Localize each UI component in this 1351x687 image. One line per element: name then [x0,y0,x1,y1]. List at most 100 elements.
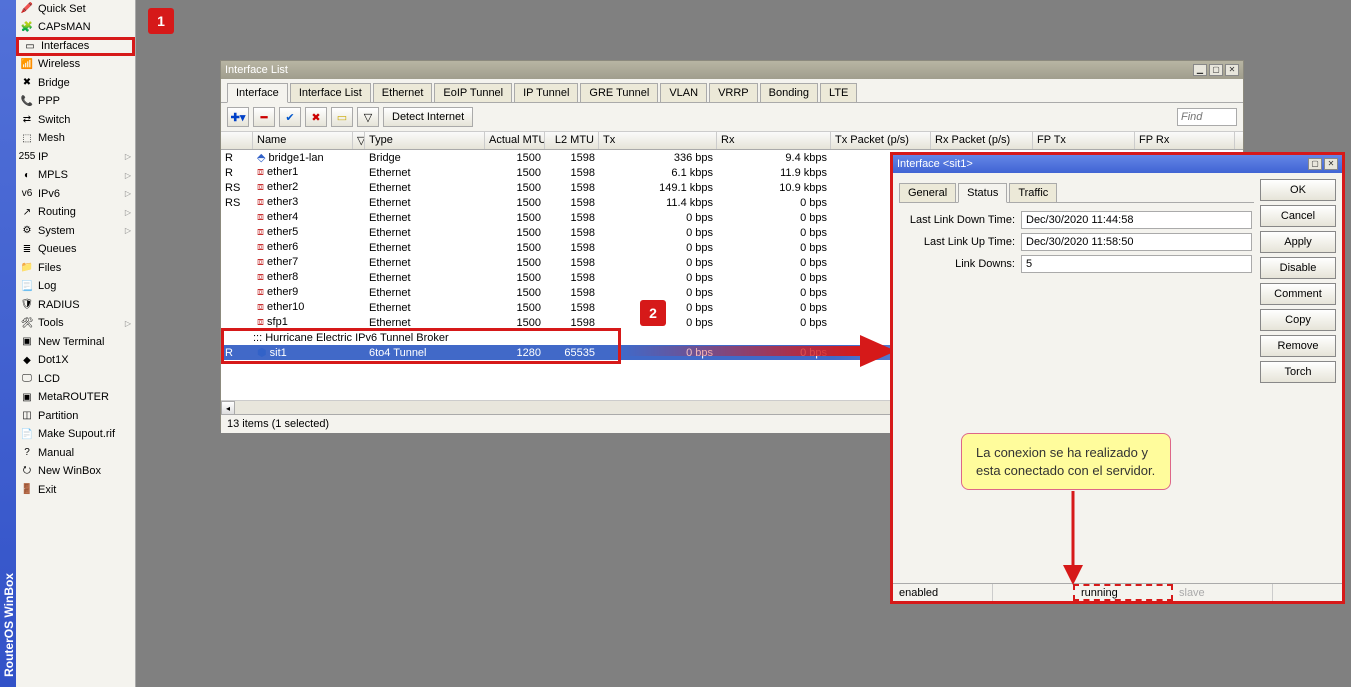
sidebar-label: Exit [38,484,131,496]
ok-button[interactable]: OK [1260,179,1336,201]
status-enabled: enabled [893,584,993,601]
sidebar-icon: 255 [20,150,34,164]
detail-status-bar: enabled running slave [893,583,1342,601]
remove-button[interactable]: Remove [1260,335,1336,357]
remove-button[interactable]: ━ [253,107,275,127]
sidebar-icon: ? [20,446,34,460]
tab-vlan[interactable]: VLAN [660,83,707,102]
col-tx[interactable]: Tx [599,132,717,149]
detail-close-button[interactable]: ✕ [1324,158,1338,170]
sidebar-item-files[interactable]: 📁Files [16,259,135,278]
sidebar-item-wireless[interactable]: 📶Wireless [16,56,135,75]
detail-maximize-button[interactable]: ▢ [1308,158,1322,170]
col-name[interactable]: Name [253,132,353,149]
callout-2: 2 [640,300,666,326]
copy-button[interactable]: Copy [1260,309,1336,331]
sidebar-item-new-terminal[interactable]: ▣New Terminal [16,333,135,352]
col-flags[interactable] [221,132,253,149]
callout-1: 1 [148,8,174,34]
close-button[interactable]: ✕ [1225,64,1239,76]
find-box [1177,108,1237,126]
field-value[interactable]: 5 [1021,255,1252,273]
col-rxpacket[interactable]: Rx Packet (p/s) [931,132,1033,149]
sidebar-item-switch[interactable]: ⇄Switch [16,111,135,130]
sidebar-item-capsman[interactable]: 🧩CAPsMAN [16,19,135,38]
sidebar-item-lcd[interactable]: 🖵LCD [16,370,135,389]
annotation-note: La conexion se ha realizado y esta conec… [961,433,1171,490]
sidebar-label: System [38,225,125,237]
sidebar-icon: 📶 [20,57,34,71]
find-input[interactable] [1177,108,1237,126]
apply-button[interactable]: Apply [1260,231,1336,253]
col-fptx[interactable]: FP Tx [1033,132,1135,149]
add-button[interactable]: ✚▾ [227,107,249,127]
field-value[interactable]: Dec/30/2020 11:44:58 [1021,211,1252,229]
cancel-button[interactable]: Cancel [1260,205,1336,227]
tab-interface[interactable]: Interface [227,83,288,103]
sidebar-item-mpls[interactable]: ◐MPLS▷ [16,167,135,186]
comment-button[interactable]: Comment [1260,283,1336,305]
minimize-button[interactable]: ▁ [1193,64,1207,76]
sidebar-item-make-supout-rif[interactable]: 📄Make Supout.rif [16,426,135,445]
annotation-arrow-icon [622,333,896,369]
sidebar-item-routing[interactable]: ↗Routing▷ [16,204,135,223]
sidebar-label: Partition [38,410,131,422]
sidebar-item-log[interactable]: 📃Log [16,278,135,297]
tab-eoip-tunnel[interactable]: EoIP Tunnel [434,83,512,102]
sidebar-item-queues[interactable]: ≣Queues [16,241,135,260]
sidebar-item-ipv6[interactable]: v6IPv6▷ [16,185,135,204]
tab-vrrp[interactable]: VRRP [709,83,758,102]
col-mtu[interactable]: Actual MTU [485,132,545,149]
detail-tab-status[interactable]: Status [958,183,1007,203]
col-rx[interactable]: Rx [717,132,831,149]
sidebar-item-manual[interactable]: ?Manual [16,444,135,463]
sidebar-item-ppp[interactable]: 📞PPP [16,93,135,112]
sidebar-label: Dot1X [38,354,131,366]
sidebar-item-new-winbox[interactable]: ⭮New WinBox [16,463,135,482]
disable-button[interactable]: Disable [1260,257,1336,279]
tab-bonding[interactable]: Bonding [760,83,818,102]
sidebar-item-tools[interactable]: 🛠Tools▷ [16,315,135,334]
detail-tab-traffic[interactable]: Traffic [1009,183,1057,202]
sidebar-item-mesh[interactable]: ⬚Mesh [16,130,135,149]
sidebar-item-radius[interactable]: 🛡RADIUS [16,296,135,315]
filter-button[interactable]: ▽ [357,107,379,127]
sidebar-item-system[interactable]: ⚙System▷ [16,222,135,241]
detail-titlebar[interactable]: Interface <sit1> ▢ ✕ [893,155,1342,173]
sidebar-icon: ⬚ [20,131,34,145]
sidebar-icon: ◐ [20,168,34,182]
sidebar-label: IPv6 [38,188,125,200]
detail-tab-general[interactable]: General [899,183,956,202]
sidebar-icon: ✖ [20,76,34,90]
tab-ethernet[interactable]: Ethernet [373,83,433,102]
enable-button[interactable]: ✔ [279,107,301,127]
sidebar-icon: ▭ [23,39,37,53]
detect-internet-button[interactable]: Detect Internet [383,107,473,127]
col-l2mtu[interactable]: L2 MTU [545,132,599,149]
disable-button[interactable]: ✖ [305,107,327,127]
col-sort-icon[interactable]: ▽ [353,132,365,149]
sidebar-item-ip[interactable]: 255IP▷ [16,148,135,167]
chevron-right-icon: ▷ [125,189,131,198]
comment-button[interactable]: ▭ [331,107,353,127]
sidebar-item-interfaces[interactable]: ▭Interfaces [16,37,135,56]
sidebar-item-dot1x[interactable]: ◆Dot1X [16,352,135,371]
col-type[interactable]: Type [365,132,485,149]
sidebar-item-bridge[interactable]: ✖Bridge [16,74,135,93]
field-value[interactable]: Dec/30/2020 11:58:50 [1021,233,1252,251]
scroll-left-icon[interactable]: ◂ [221,401,235,415]
sidebar-item-metarouter[interactable]: ▣MetaROUTER [16,389,135,408]
sidebar-item-exit[interactable]: 🚪Exit [16,481,135,500]
sidebar-item-quick-set[interactable]: 🖍️Quick Set [16,0,135,19]
sidebar-item-partition[interactable]: ◫Partition [16,407,135,426]
window-titlebar[interactable]: Interface List ▁ ▢ ✕ [221,61,1243,79]
col-fprx[interactable]: FP Rx [1135,132,1235,149]
torch-button[interactable]: Torch [1260,361,1336,383]
maximize-button[interactable]: ▢ [1209,64,1223,76]
tab-lte[interactable]: LTE [820,83,857,102]
detail-content: GeneralStatusTraffic Last Link Down Time… [899,179,1254,383]
tab-gre-tunnel[interactable]: GRE Tunnel [580,83,658,102]
tab-ip-tunnel[interactable]: IP Tunnel [514,83,578,102]
tab-interface-list[interactable]: Interface List [290,83,371,102]
col-txpacket[interactable]: Tx Packet (p/s) [831,132,931,149]
